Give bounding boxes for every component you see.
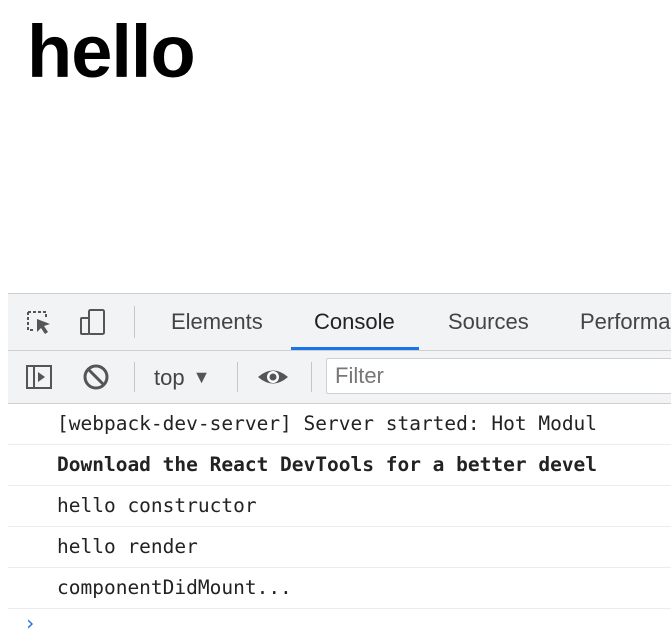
- console-toolbar: top ▼: [8, 351, 671, 404]
- clear-console-icon[interactable]: [81, 362, 111, 392]
- console-message: componentDidMount...: [8, 568, 671, 609]
- browser-page: hello Elements Console Sources Performa …: [0, 0, 671, 631]
- console-message: Download the React DevTools for a better…: [8, 445, 671, 486]
- tab-performance[interactable]: Performa: [580, 294, 670, 350]
- page-heading: hello: [27, 10, 196, 93]
- context-selector[interactable]: top ▼: [154, 360, 210, 394]
- caret-down-icon: ▼: [192, 367, 211, 387]
- filter-input[interactable]: [326, 358, 671, 394]
- console-message: hello render: [8, 527, 671, 568]
- console-log: [webpack-dev-server] Server started: Hot…: [8, 404, 671, 631]
- device-toolbar-icon[interactable]: [78, 307, 108, 337]
- sidebar-toggle-icon[interactable]: [24, 362, 54, 392]
- console-prompt[interactable]: ›: [8, 609, 671, 631]
- prompt-chevron-icon: ›: [24, 611, 37, 631]
- inspect-element-icon[interactable]: [24, 307, 54, 337]
- tab-elements[interactable]: Elements: [171, 294, 263, 350]
- devtools-panel: Elements Console Sources Performa top ▼ …: [8, 293, 671, 631]
- tab-sources[interactable]: Sources: [448, 294, 529, 350]
- live-expression-icon[interactable]: [256, 362, 288, 392]
- tabbar-separator: [134, 306, 135, 338]
- toolbar-separator: [134, 362, 135, 392]
- toolbar-separator: [311, 362, 312, 392]
- toolbar-separator: [237, 362, 238, 392]
- console-message: hello constructor: [8, 486, 671, 527]
- context-selector-value: top: [154, 365, 185, 390]
- console-message: [webpack-dev-server] Server started: Hot…: [8, 404, 671, 445]
- tab-console[interactable]: Console: [291, 294, 419, 350]
- devtools-tabbar: Elements Console Sources Performa: [8, 294, 671, 351]
